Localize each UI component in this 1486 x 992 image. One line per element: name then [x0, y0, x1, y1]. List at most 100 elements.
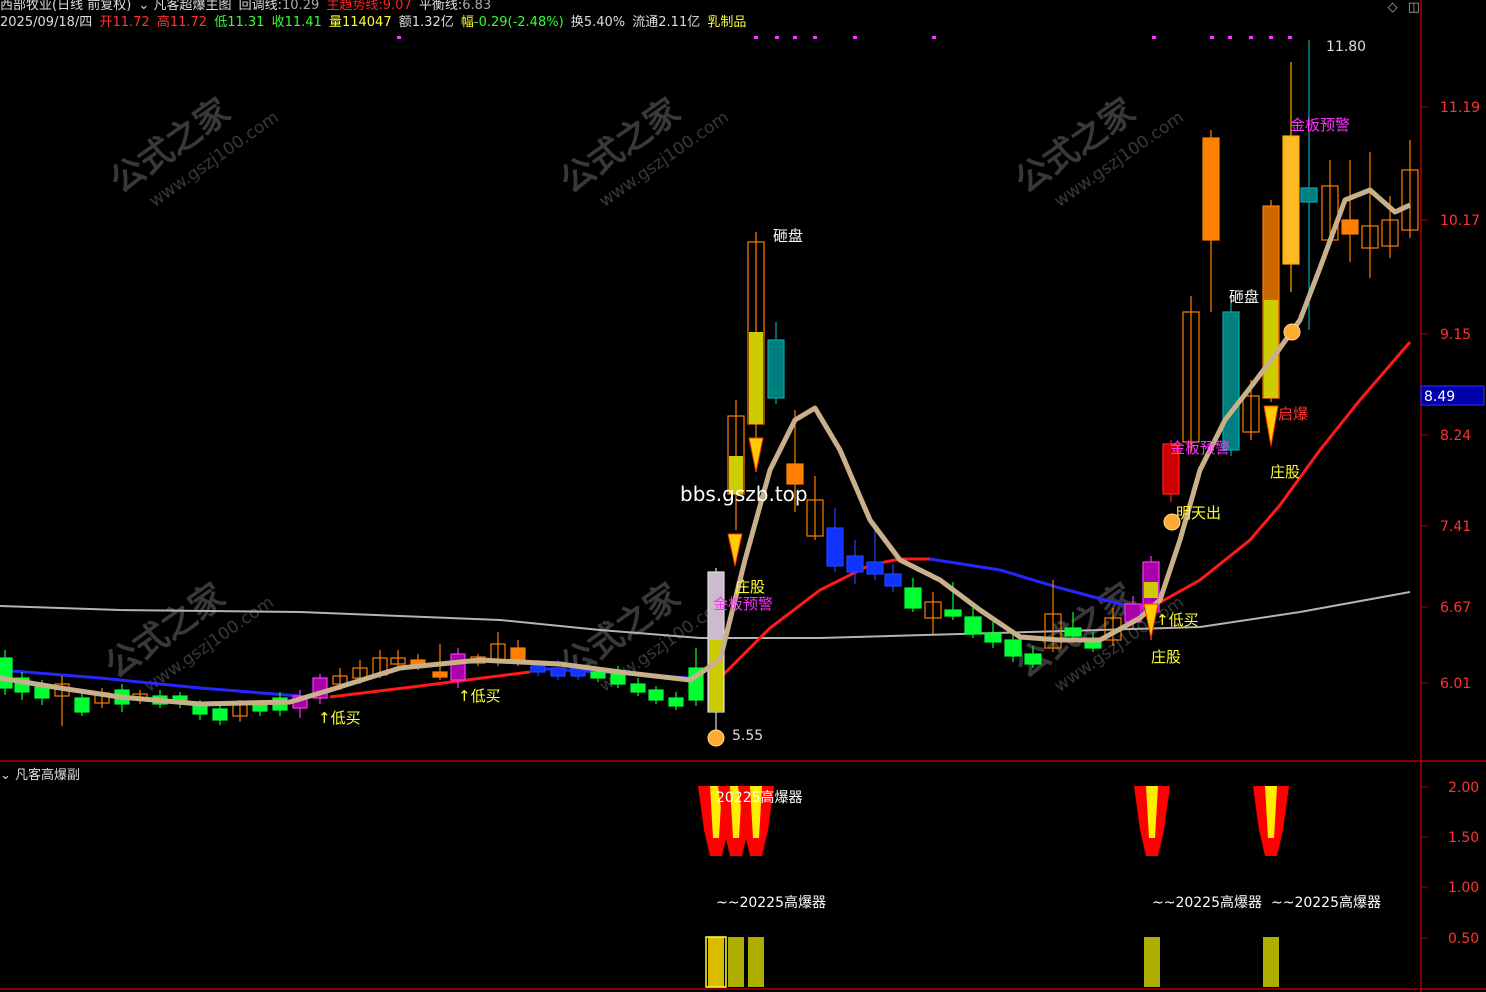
watermark-0: 公式之家www.gszj100.com	[103, 91, 283, 212]
float-value: 2.11亿	[658, 15, 701, 30]
sub-axis-label-3: 1.00	[1448, 880, 1479, 896]
overlay-site-label: bbs.gszb.top	[680, 482, 808, 506]
chevron-down-icon[interactable]: ⌄	[0, 768, 11, 783]
window-icon[interactable]: ◫	[1408, 0, 1420, 15]
jin-ban-label-1: 金板预警	[713, 595, 773, 613]
top-right-toolbar: ◇ ◫	[1382, 0, 1420, 15]
top-marker-10	[1249, 36, 1253, 39]
candle-body-51	[1004, 639, 1022, 657]
candle-body-50	[984, 632, 1002, 643]
amount-value: 1.32亿	[411, 15, 454, 30]
candle-body-48	[944, 609, 962, 617]
sub-bar-4	[1263, 937, 1279, 987]
di-mai-label-3: ↑低买	[1156, 611, 1199, 629]
candle-body-68	[1341, 219, 1359, 235]
sub-chart-name: 凡客高爆副	[15, 768, 81, 783]
watermark-2: 公式之家www.gszj100.com	[1008, 91, 1188, 212]
candle-body-45	[884, 573, 902, 587]
candle-body-11	[212, 708, 228, 721]
sub-mid-label-1: ~~20225高爆器	[716, 894, 826, 911]
candle-body-2	[34, 686, 50, 699]
candle-body-66	[1300, 187, 1318, 203]
jin-ban-label-2: 金板预警	[1170, 439, 1230, 457]
sub-bar-0	[708, 937, 724, 987]
sub-axis-label-2: 1.50	[1448, 830, 1479, 846]
zhuang-gu-label-1: 庄股	[735, 578, 765, 596]
top-marker-11	[1269, 36, 1273, 39]
sub-mid-label-3: ~~20225高爆器	[1271, 894, 1381, 911]
sub-bar-2	[748, 937, 764, 987]
hand-icon-0	[707, 729, 725, 747]
sector-label[interactable]: 乳制品	[707, 15, 746, 30]
main-chart[interactable]: 公式之家www.gszj100.com 公式之家www.gszj100.com 公式…	[0, 0, 1486, 992]
candle-body-54	[1064, 627, 1082, 637]
high-value: 11.72	[169, 15, 208, 30]
turnover-value: 5.40%	[583, 15, 626, 30]
ping-heng-value: 6.83	[462, 0, 492, 13]
sub-bar-3	[1144, 937, 1160, 987]
axis-label-1: 11.19	[1440, 100, 1480, 116]
za-pan-label-2: 砸盘	[1229, 288, 1259, 306]
sub-flame-b	[1134, 786, 1170, 856]
ming-tian-chu-label: 明天出	[1176, 504, 1221, 522]
close-value: 11.41	[284, 15, 322, 30]
vol-label: 量	[328, 15, 342, 30]
top-marker-4	[813, 36, 817, 39]
chevron-down-icon[interactable]: ⌄	[138, 0, 149, 13]
hui-diao-label: 回调线:	[238, 0, 283, 13]
candle-body-23	[450, 653, 466, 681]
sub-bar-1	[728, 937, 744, 987]
candle-body-52	[1024, 653, 1042, 665]
info-row-2: 2025/09/18/四 开11.72 高11.72 低11.31 收11.41…	[0, 14, 746, 31]
candle-fill-4	[1144, 582, 1158, 598]
open-label: 开	[99, 15, 113, 30]
jin-ban-label-3: 金板预警	[1290, 116, 1350, 134]
stock-chart-app: 公式之家 www.gszj100.com 公式之家 www.gszj100.com 公式…	[0, 0, 1486, 992]
qi-bao-label: 启爆	[1278, 405, 1308, 423]
candle-body-33	[648, 689, 664, 701]
candle-body-4	[74, 697, 90, 713]
zhuang-gu-label-3: 庄股	[1270, 463, 1300, 481]
signal-arrow-1	[748, 437, 764, 473]
sub-mid-label-2: ~~20225高爆器	[1152, 894, 1262, 911]
signal-arrow-0	[727, 533, 743, 567]
candle-body-28	[550, 667, 566, 677]
top-marker-5	[853, 36, 857, 39]
top-marker-1	[754, 36, 758, 39]
candle-body-65	[1282, 135, 1300, 265]
axis-label-5: 7.41	[1440, 519, 1471, 535]
change-label: 幅	[460, 15, 474, 30]
candle-body-42	[826, 527, 844, 567]
candle-body-34	[668, 697, 684, 707]
indicator-name[interactable]: 凡客超爆主图	[153, 0, 231, 13]
stock-name[interactable]: 西部牧业(日线 前复权)	[0, 0, 131, 13]
candle-body-44	[866, 561, 884, 575]
hand-icon-2	[1283, 323, 1301, 341]
candle-body-13	[252, 704, 268, 712]
signal-arrows	[707, 323, 1301, 747]
candle-body-30	[590, 671, 606, 679]
watermark-3: 公式之家www.gszj100.com	[98, 576, 278, 697]
candle-body-0	[0, 657, 13, 689]
zhuang-gu-label-2: 庄股	[1151, 648, 1181, 666]
stock-info-bar: 西部牧业(日线 前复权) ⌄ 凡客超爆主图 回调线:10.29 主趋势线:9.0…	[0, 0, 1420, 36]
diamond-icon[interactable]: ◇	[1388, 0, 1398, 15]
signal-arrow-2	[1263, 405, 1279, 447]
current-price-value: 8.49	[1424, 389, 1455, 405]
zhu-qu-value: 9.07	[382, 0, 412, 13]
sub-chart[interactable]	[698, 786, 1289, 988]
candle-body-49	[964, 616, 982, 635]
current-price-tag: 8.49	[1420, 385, 1485, 406]
change-value: -0.29(-2.48%)	[473, 15, 564, 30]
amount-label: 额	[398, 15, 412, 30]
sub-chart-title[interactable]: ⌄ 凡客高爆副	[0, 764, 80, 783]
candle-body-62	[1222, 311, 1240, 451]
sub-top-label: 20225高爆器	[716, 789, 803, 806]
sub-axis-label-4: 0.50	[1448, 931, 1479, 947]
sub-axis-label-1: 2.00	[1448, 780, 1479, 796]
watermark-1: 公式之家www.gszj100.com	[553, 91, 733, 212]
candle-body-43	[846, 555, 864, 573]
axis-label-2: 10.17	[1440, 213, 1480, 229]
candle-fill-3	[1264, 300, 1278, 398]
ping-heng-label: 平衡线:	[418, 0, 463, 13]
